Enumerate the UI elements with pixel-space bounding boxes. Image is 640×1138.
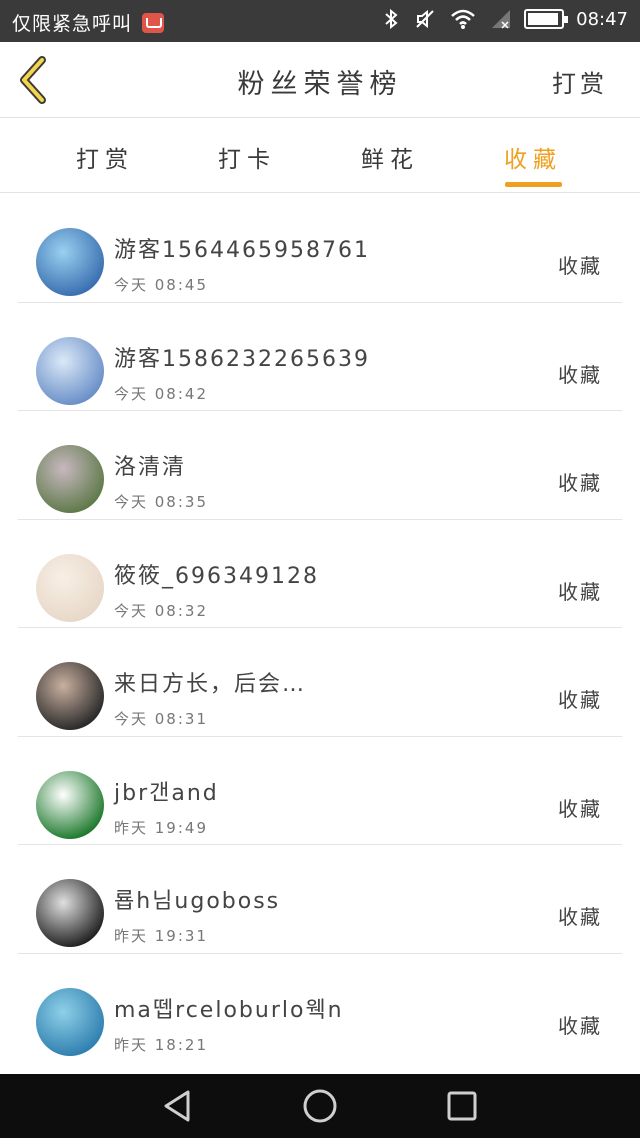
list-item[interactable]: 来日方长，后会… 今天 08:31 收藏 (18, 628, 622, 737)
app-header: 粉丝荣誉榜 打赏 (0, 42, 640, 118)
status-right: 08:47 (380, 8, 628, 30)
system-nav-bar (0, 1074, 640, 1138)
avatar (36, 770, 104, 839)
reward-button[interactable]: 打赏 (552, 64, 608, 99)
mail-icon (142, 12, 165, 33)
fan-name: ma뗍rceloburlo웩n (114, 997, 344, 1023)
list-item[interactable]: 游客1586232265639 今天 08:42 收藏 (18, 303, 622, 411)
tab-reward[interactable]: 打赏 (45, 140, 165, 174)
fan-action-type: 收藏 (558, 579, 602, 604)
signal-icon (492, 10, 511, 29)
mute-icon (416, 9, 434, 29)
tab-checkin[interactable]: 打卡 (187, 140, 307, 174)
fan-action-type: 收藏 (558, 688, 602, 712)
list-item[interactable]: ma뗍rceloburlo웩n 昨天 18:21 收藏 (18, 954, 622, 1063)
fan-name: jbr갠and (114, 780, 219, 806)
avatar (36, 228, 104, 296)
fan-time: 今天 08:35 (114, 493, 208, 511)
fan-name: 룝h님ugoboss (114, 889, 281, 914)
avatar (36, 879, 104, 947)
fan-time: 今天 08:31 (114, 710, 208, 728)
fan-time: 昨天 19:31 (114, 927, 208, 945)
tab-favorites[interactable]: 收藏 (473, 140, 593, 174)
page-title: 粉丝荣誉榜 (237, 69, 403, 100)
wifi-icon (451, 9, 475, 29)
fan-action-type: 收藏 (558, 254, 602, 278)
carrier-text: 仅限紧急呼叫 (12, 13, 133, 35)
fan-time: 今天 08:45 (114, 276, 208, 294)
fan-name: 来日方长，后会… (114, 672, 307, 697)
list-item[interactable]: 洛清清 今天 08:35 收藏 (18, 411, 622, 520)
fan-time: 昨天 19:49 (114, 818, 208, 837)
fan-time: 昨天 18:21 (114, 1035, 208, 1054)
status-left: 仅限紧急呼叫 (12, 9, 165, 36)
fan-name: 筱筱_696349128 (114, 563, 319, 589)
fan-action-type: 收藏 (558, 471, 602, 495)
back-triangle-icon[interactable] (160, 1088, 196, 1124)
fan-list: 游客1564465958761 今天 08:45 收藏 游客1586232265… (0, 194, 640, 1062)
recents-square-icon[interactable] (444, 1088, 480, 1124)
fan-name: 游客1586232265639 (114, 346, 370, 372)
status-time: 08:47 (576, 8, 628, 30)
battery-icon (524, 9, 569, 29)
active-tab-indicator (505, 182, 562, 187)
fan-name: 游客1564465958761 (114, 238, 370, 263)
fan-time: 今天 08:42 (114, 384, 208, 403)
fan-name: 洛清清 (114, 455, 187, 480)
home-circle-icon[interactable] (302, 1088, 338, 1124)
avatar (36, 553, 104, 622)
fan-time: 今天 08:32 (114, 601, 208, 620)
list-item[interactable]: 游客1564465958761 今天 08:45 收藏 (18, 194, 622, 303)
fan-action-type: 收藏 (558, 905, 602, 929)
avatar (36, 987, 104, 1056)
avatar (36, 336, 104, 405)
avatar (36, 662, 104, 730)
fan-action-type: 收藏 (558, 1013, 602, 1038)
list-item[interactable]: jbr갠and 昨天 19:49 收藏 (18, 737, 622, 845)
avatar (36, 445, 104, 513)
fan-action-type: 收藏 (558, 796, 602, 821)
list-item[interactable]: 룝h님ugoboss 昨天 19:31 收藏 (18, 845, 622, 954)
status-bar: 仅限紧急呼叫 08:47 (0, 0, 640, 42)
fan-action-type: 收藏 (558, 362, 602, 387)
list-item[interactable]: 筱筱_696349128 今天 08:32 收藏 (18, 520, 622, 628)
bluetooth-icon (385, 8, 398, 30)
tab-flowers[interactable]: 鲜花 (330, 140, 450, 174)
